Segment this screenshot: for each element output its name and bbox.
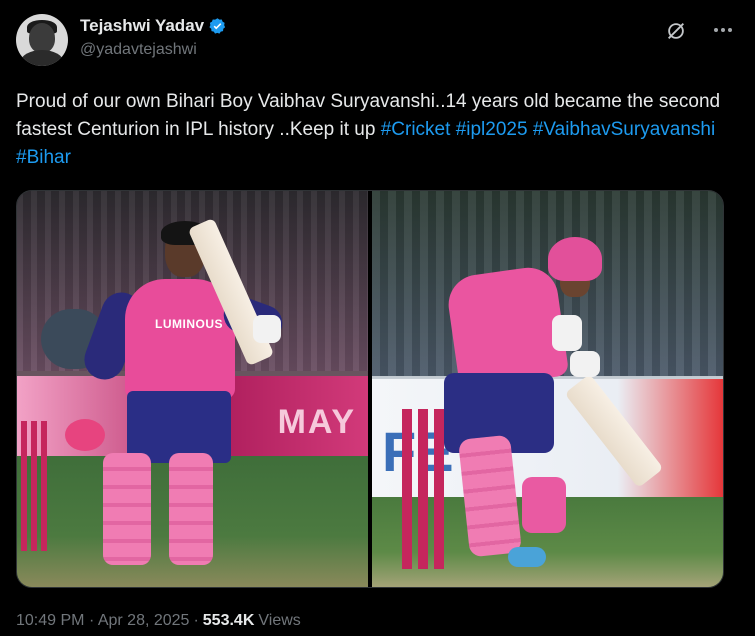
board-text: MAY [277, 403, 356, 441]
player-shoe [508, 547, 546, 567]
player-jersey [444, 263, 570, 391]
avatar[interactable] [16, 14, 68, 66]
media-grid: MAY LUMINOUS FE [16, 190, 724, 588]
stumps [21, 421, 47, 551]
more-dot [714, 28, 718, 32]
hashtag-link[interactable]: #VaibhavSuryavanshi [533, 119, 715, 140]
batting-glove [570, 351, 600, 377]
batting-glove [253, 315, 281, 343]
views-label: Views [258, 612, 301, 629]
tweet-text: Proud of our own Bihari Boy Vaibhav Sury… [16, 88, 736, 172]
player-helmet [548, 237, 602, 281]
hashtag-link[interactable]: #Bihar [16, 147, 71, 168]
more-icon[interactable] [711, 18, 735, 42]
hashtag-link[interactable]: #Cricket [381, 119, 451, 140]
batting-glove [552, 315, 582, 351]
more-dot [721, 28, 725, 32]
name-row: Tejashwi Yadav [80, 16, 227, 36]
tweet-date: Apr 28, 2025 [97, 612, 190, 629]
views-count: 553.4K [202, 612, 255, 629]
batting-pad [103, 453, 151, 565]
photo-batting-shot[interactable]: FE [372, 191, 723, 587]
tweet-header: Tejashwi Yadav @yadavtejashwi [16, 14, 739, 70]
tweet-time: 10:49 PM [16, 612, 85, 629]
avatar-face [29, 23, 55, 53]
jersey-logo: LUMINOUS [155, 317, 223, 331]
stumps [402, 409, 448, 569]
author-handle[interactable]: @yadavtejashwi [80, 41, 197, 59]
verified-badge-icon[interactable] [208, 17, 227, 36]
grok-icon[interactable] [665, 20, 687, 42]
batting-pad [169, 453, 213, 565]
hashtag-link[interactable]: #ipl2025 [456, 119, 528, 140]
tweet-meta: 10:49 PM · Apr 28, 2025 · 553.4K Views [16, 612, 301, 630]
timestamp-link[interactable]: 10:49 PM · Apr 28, 2025 [16, 612, 189, 630]
more-dot [728, 28, 732, 32]
photo-celebrating-century[interactable]: MAY LUMINOUS [17, 191, 368, 587]
meta-separator: · [193, 612, 199, 629]
meta-separator: · [88, 612, 95, 629]
batting-pad [522, 477, 566, 533]
avatar-body [20, 50, 64, 66]
keeper-helmet [65, 419, 105, 451]
author-display-name[interactable]: Tejashwi Yadav [80, 16, 204, 36]
